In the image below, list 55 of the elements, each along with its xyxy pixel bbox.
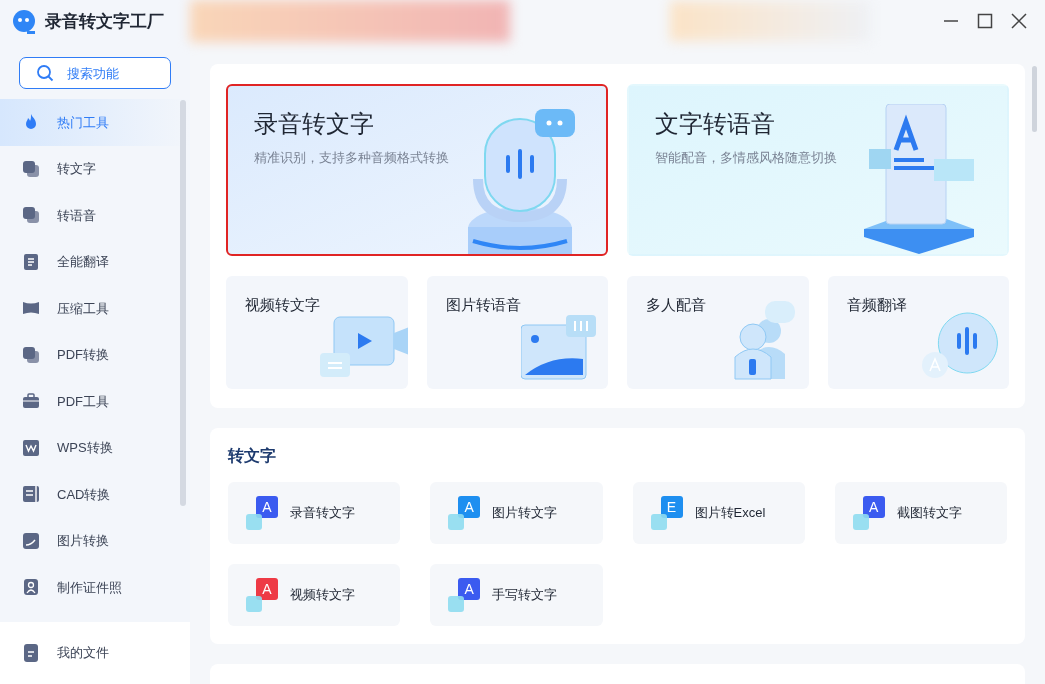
window-title: 录音转文字工厂 [45,11,164,34]
letter-tile-icon: A [458,496,481,518]
close-icon[interactable] [1011,13,1027,29]
sidebar-item[interactable]: 转文字 [0,145,190,192]
tool-tile[interactable]: A 截图转文字 [834,482,1007,544]
letter-tile-icon: E [660,496,683,518]
compress-icon [22,300,40,317]
sidebar-item[interactable]: 制作证件照 [0,564,190,611]
tool-tile[interactable]: E 图片转Excel [632,482,805,544]
sidebar-footer[interactable]: 我的文件 [0,622,190,684]
sidebar-item[interactable]: WPS转换 [0,424,190,471]
badge-icon [246,596,262,612]
image-icon [22,531,40,550]
tool-tile[interactable]: A 录音转文字 [228,482,401,544]
badge-icon [852,514,869,530]
briefcase-icon [22,393,40,410]
file-icon [24,644,38,662]
feature-card[interactable]: 文字转语音 智能配音，多情感风格随意切换 [627,84,1009,256]
tool-tile[interactable]: A 手写转文字 [430,564,603,626]
sidebar-item[interactable]: 压缩工具 [0,285,190,332]
tool-tile[interactable]: A 图片转文字 [430,482,603,544]
badge-icon [650,514,667,530]
search-icon [36,64,54,82]
feature-title: 文字转语音 [655,109,776,139]
feature-title: 录音转文字 [254,109,375,139]
feature-card[interactable]: 录音转文字 精准识别，支持多种音频格式转换 [226,84,608,256]
chat-bubble-logo-icon [11,9,37,35]
tool-card[interactable]: 音频翻译 [827,276,1009,389]
letter-tile-icon: A [256,496,278,518]
letter-tile-icon: A [256,578,278,600]
feature-subtitle: 智能配音，多情感风格随意切换 [655,149,837,167]
tool-card[interactable]: 视频转文字 [226,276,408,389]
badge-icon [448,596,465,612]
letter-tile-icon: A [458,578,481,600]
badge-icon [448,514,465,530]
cad-icon [22,485,40,504]
sidebar-item[interactable]: PDF转换 [0,331,190,378]
w-letter-icon [23,439,39,456]
letter-tile-icon: A [862,496,885,518]
sidebar-item[interactable]: 图片转换 [0,517,190,564]
tool-tile[interactable]: A 视频转文字 [228,564,401,626]
scrollbar [1032,66,1037,132]
badge-icon [246,514,262,530]
translate-icon [23,252,39,271]
sidebar-item[interactable]: 转语音 [0,192,190,239]
sidebar-item[interactable]: CAD转换 [0,471,190,518]
feature-subtitle: 精准识别，支持多种音频格式转换 [254,149,449,167]
maximize-icon[interactable] [977,13,993,29]
section-title: 转文字 [228,446,277,466]
sidebar-item[interactable]: 全能翻译 [0,238,190,285]
person-icon [23,578,39,597]
sidebar-item[interactable]: PDF工具 [0,378,190,425]
tool-card[interactable]: 图片转语音 [426,276,608,389]
search-field[interactable]: 搜索功能 [19,57,171,89]
tool-card[interactable]: 多人配音 [627,276,809,389]
